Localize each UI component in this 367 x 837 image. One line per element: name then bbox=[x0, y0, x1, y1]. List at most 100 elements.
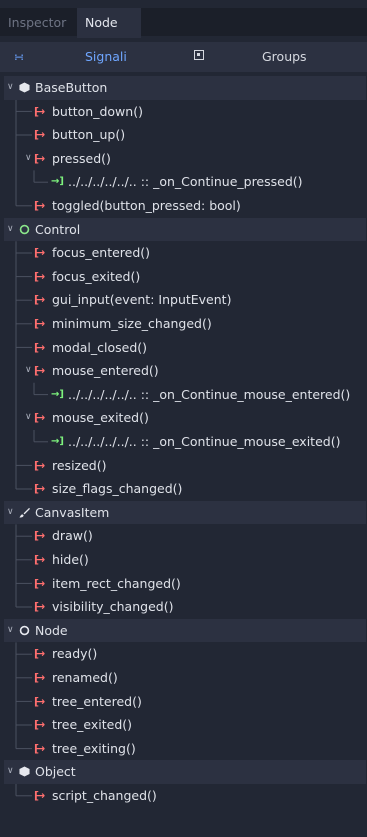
category-label: Control bbox=[35, 221, 81, 237]
signal-icon: [→ bbox=[34, 317, 45, 330]
signal-icon: ∺ bbox=[14, 50, 25, 64]
signal-item[interactable]: [→ draw() bbox=[4, 524, 366, 548]
connection-icon: →] bbox=[51, 176, 64, 188]
signal-label: button_down() bbox=[52, 103, 143, 119]
signal-icon: [→ bbox=[34, 671, 45, 684]
signal-label: resized() bbox=[52, 457, 107, 473]
signal-label: focus_exited() bbox=[52, 268, 141, 284]
signal-label: minimum_size_changed() bbox=[52, 316, 212, 331]
tab-node[interactable]: Node bbox=[77, 8, 141, 38]
signal-icon: [→ bbox=[34, 741, 45, 755]
signal-item[interactable]: [→ visibility_changed() bbox=[4, 595, 366, 619]
category-canvasitem[interactable]: ∨ CanvasItem bbox=[4, 500, 366, 525]
signal-item[interactable]: [→ toggled(button_pressed: bool) bbox=[4, 194, 366, 218]
object-icon bbox=[19, 766, 30, 777]
signal-item[interactable]: [→ tree_exited() bbox=[4, 713, 366, 737]
connection-item[interactable]: →] ../../../../../.. :: _on_Continue_pres… bbox=[4, 170, 366, 194]
signal-item[interactable]: ∨ [→ pressed() bbox=[4, 147, 366, 171]
signal-icon: [→ bbox=[34, 340, 45, 354]
signal-label: item_rect_changed() bbox=[52, 575, 181, 591]
category-label: Object bbox=[35, 764, 76, 780]
signal-label: hide() bbox=[52, 552, 89, 567]
signal-icon: [→ bbox=[34, 694, 45, 708]
chevron-down-icon[interactable]: ∨ bbox=[25, 406, 32, 430]
signal-label: size_flags_changed() bbox=[52, 481, 183, 497]
signal-label: button_up() bbox=[52, 127, 126, 143]
signal-item[interactable]: [→ button_up() bbox=[4, 123, 366, 147]
signal-item[interactable]: [→ button_down() bbox=[4, 100, 366, 124]
chevron-down-icon[interactable]: ∨ bbox=[7, 218, 14, 242]
signal-label: tree_exited() bbox=[52, 717, 133, 733]
signal-item[interactable]: [→ size_flags_changed() bbox=[4, 477, 366, 501]
chevron-down-icon[interactable]: ∨ bbox=[7, 76, 14, 100]
category-basebutton[interactable]: ∨ BaseButton bbox=[4, 76, 366, 100]
signal-icon: [→ bbox=[34, 199, 45, 212]
signal-icon: [→ bbox=[34, 364, 45, 378]
signal-label: renamed() bbox=[52, 670, 118, 685]
signal-item[interactable]: [→ tree_exiting() bbox=[4, 737, 366, 761]
signal-item[interactable]: [→ item_rect_changed() bbox=[4, 572, 366, 596]
signals-tab[interactable]: Signali bbox=[85, 42, 127, 72]
signal-item[interactable]: [→ renamed() bbox=[4, 666, 366, 690]
signal-label: toggled(button_pressed: bool) bbox=[52, 198, 241, 213]
signal-icon: [→ bbox=[34, 458, 45, 472]
connection-label: ../../../../../.. :: _on_Continue_mouse_… bbox=[68, 386, 351, 402]
signal-icon: [→ bbox=[34, 529, 45, 543]
signal-label: mouse_exited() bbox=[52, 410, 149, 426]
signals-groups-toolbar: ∺ Signali Groups bbox=[0, 42, 367, 72]
signal-item[interactable]: [→ focus_exited() bbox=[4, 265, 366, 289]
category-object[interactable]: ∨ Object bbox=[4, 760, 366, 784]
chevron-down-icon[interactable]: ∨ bbox=[7, 619, 14, 643]
signal-label: visibility_changed() bbox=[52, 599, 174, 615]
groups-icon bbox=[194, 50, 204, 60]
chevron-down-icon[interactable]: ∨ bbox=[7, 501, 14, 525]
signal-icon: [→ bbox=[34, 411, 45, 425]
connection-icon: →] bbox=[51, 436, 64, 447]
signal-label: pressed() bbox=[52, 150, 111, 166]
signal-item[interactable]: [→ tree_entered() bbox=[4, 690, 366, 714]
signal-icon: [→ bbox=[34, 293, 45, 307]
signal-label: modal_closed() bbox=[52, 339, 148, 355]
signal-item[interactable]: ∨ [→ mouse_entered() bbox=[4, 359, 366, 383]
signal-item[interactable]: ∨ [→ mouse_exited() bbox=[4, 406, 366, 430]
signal-label: gui_input(event: InputEvent) bbox=[52, 292, 232, 308]
signal-label: draw() bbox=[52, 528, 93, 544]
node-icon bbox=[19, 625, 30, 636]
signal-item[interactable]: [→ gui_input(event: InputEvent) bbox=[4, 288, 366, 312]
connection-item[interactable]: →] ../../../../../.. :: _on_Continue_mous… bbox=[4, 383, 366, 407]
signal-item[interactable]: [→ minimum_size_changed() bbox=[4, 312, 366, 336]
signal-icon: [→ bbox=[34, 246, 45, 260]
signal-icon: [→ bbox=[34, 104, 45, 118]
signal-label: focus_entered() bbox=[52, 245, 151, 261]
brush-icon bbox=[19, 507, 30, 518]
signal-icon: [→ bbox=[34, 269, 45, 283]
signal-icon: [→ bbox=[34, 789, 45, 802]
signal-label: tree_exiting() bbox=[52, 740, 136, 756]
category-control[interactable]: ∨ Control bbox=[4, 217, 366, 242]
signal-icon: [→ bbox=[34, 600, 45, 614]
signal-item[interactable]: [→ hide() bbox=[4, 548, 366, 572]
chevron-down-icon[interactable]: ∨ bbox=[7, 760, 14, 784]
node-dock: Inspector Node ∺ Signali Groups ∨ BaseBut… bbox=[0, 0, 367, 837]
signal-label: ready() bbox=[52, 646, 98, 662]
chevron-down-icon[interactable]: ∨ bbox=[25, 359, 32, 383]
signal-label: script_changed() bbox=[52, 788, 157, 803]
signal-icon: [→ bbox=[34, 128, 45, 142]
category-label: CanvasItem bbox=[35, 504, 110, 520]
signal-item[interactable]: [→ ready() bbox=[4, 642, 366, 666]
category-label: BaseButton bbox=[35, 80, 108, 95]
control-icon bbox=[19, 224, 30, 234]
groups-tab[interactable]: Groups bbox=[262, 42, 307, 72]
signal-item[interactable]: [→ focus_entered() bbox=[4, 241, 366, 265]
signal-item[interactable]: [→ modal_closed() bbox=[4, 336, 366, 360]
signal-icon: [→ bbox=[34, 482, 45, 496]
signal-item[interactable]: [→ script_changed() bbox=[4, 784, 366, 808]
tab-inspector[interactable]: Inspector bbox=[0, 10, 82, 36]
category-node[interactable]: ∨ Node bbox=[4, 618, 366, 643]
dock-tabs: Inspector Node bbox=[0, 8, 367, 38]
signal-icon: [→ bbox=[34, 718, 45, 732]
signal-label: mouse_entered() bbox=[52, 363, 159, 379]
connection-item[interactable]: →] ../../../../../.. :: _on_Continue_mous… bbox=[4, 430, 366, 454]
signal-item[interactable]: [→ resized() bbox=[4, 454, 366, 478]
chevron-down-icon[interactable]: ∨ bbox=[25, 147, 32, 171]
